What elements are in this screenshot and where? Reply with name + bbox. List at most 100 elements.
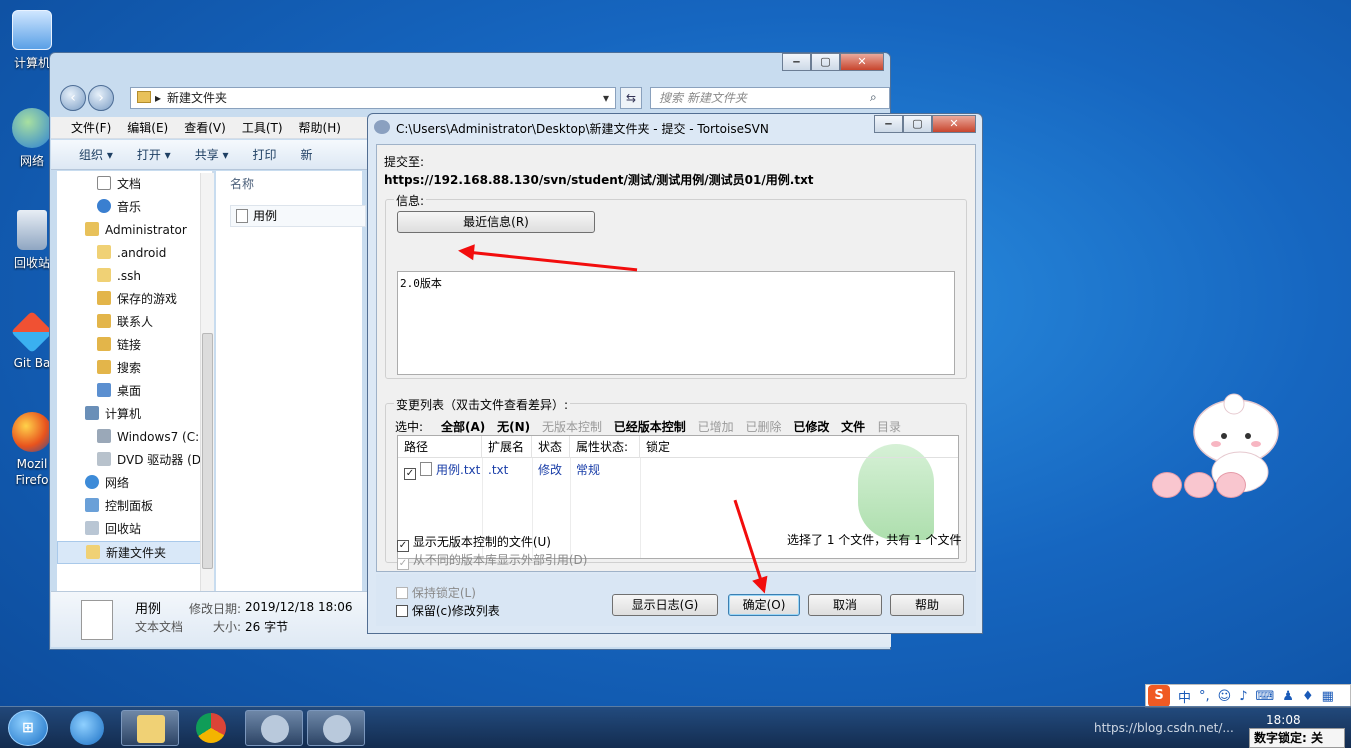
maximize-button[interactable]: ▢ [811, 53, 840, 71]
close-button[interactable]: ✕ [840, 53, 884, 71]
nav-item-new-folder[interactable]: 新建文件夹 [57, 541, 212, 564]
filter-all[interactable]: 全部(A) [441, 420, 485, 434]
column-header-name[interactable]: 名称 [230, 175, 254, 192]
nav-item-contacts[interactable]: 联系人 [57, 311, 212, 334]
emoji-icon[interactable]: ☺ [1218, 689, 1232, 704]
keep-locks-checkbox: 保持锁定(L) [396, 584, 476, 601]
row-extension: .txt [488, 463, 509, 477]
column-lock[interactable]: 锁定 [640, 436, 700, 458]
ok-button[interactable]: 确定(O) [728, 594, 800, 616]
firefox-icon [12, 412, 52, 452]
nav-item-dvd-drive[interactable]: DVD 驱动器 (D [57, 449, 212, 472]
nav-item-ssh[interactable]: .ssh [57, 265, 212, 288]
maximize-button[interactable]: ▢ [903, 115, 932, 133]
voice-icon[interactable]: ♪ [1239, 689, 1247, 704]
column-divider [640, 458, 641, 558]
share-button[interactable]: 共享 ▾ [183, 140, 241, 169]
minimize-button[interactable]: ‒ [782, 53, 811, 71]
cancel-button[interactable]: 取消 [808, 594, 882, 616]
nav-item-drive-c[interactable]: Windows7 (C: [57, 426, 212, 449]
taskbar-explorer[interactable] [121, 710, 179, 746]
nav-item-desktop[interactable]: 桌面 [57, 380, 212, 403]
keep-changelist-label: 保留(c)修改列表 [411, 604, 500, 618]
keyboard-icon[interactable]: ⌨ [1256, 689, 1275, 704]
filter-versioned[interactable]: 已经版本控制 [614, 420, 686, 434]
nav-scrollbar[interactable] [200, 173, 214, 591]
window-controls: ‒ ▢ ✕ [782, 53, 884, 73]
scrollbar-thumb[interactable] [202, 333, 213, 569]
drive-icon [97, 429, 111, 443]
menu-tools[interactable]: 工具(T) [234, 117, 291, 138]
nav-item-administrator[interactable]: Administrator [57, 219, 212, 242]
svn-commit-dialog: C:\Users\Administrator\Desktop\新建文件夹 - 提… [367, 113, 983, 634]
refresh-button[interactable]: ⇆ [620, 87, 642, 109]
menu-edit[interactable]: 编辑(E) [119, 117, 176, 138]
clock[interactable]: 18:08 [1266, 713, 1301, 727]
row-checkbox[interactable]: ✓ [404, 462, 416, 480]
nav-item-android[interactable]: .android [57, 242, 212, 265]
chrome-icon[interactable] [196, 713, 226, 743]
breadcrumb[interactable]: 新建文件夹 [167, 91, 227, 105]
nav-item-documents[interactable]: 文档 [57, 173, 212, 196]
show-log-button[interactable]: 显示日志(G) [612, 594, 718, 616]
grid-icon[interactable]: ▦ [1322, 689, 1334, 704]
nav-item-computer[interactable]: 计算机 [57, 403, 212, 426]
menu-file[interactable]: 文件(F) [63, 117, 119, 138]
nav-item-searches[interactable]: 搜索 [57, 357, 212, 380]
filter-deleted: 已删除 [745, 420, 782, 434]
keep-changelist-checkbox[interactable]: 保留(c)修改列表 [396, 602, 500, 619]
print-button[interactable]: 打印 [241, 140, 289, 169]
forward-button[interactable]: › [88, 85, 114, 111]
new-folder-button[interactable]: 新 [289, 140, 325, 169]
detail-size-value: 26 字节 [245, 620, 289, 634]
show-unversioned-checkbox[interactable]: ✓ 显示无版本控制的文件(U) [397, 533, 551, 552]
checkbox-unchecked-icon [396, 587, 408, 599]
ime-mode[interactable]: 中 [1178, 687, 1191, 706]
changes-label: 变更列表（双击文件查看差异）: [394, 396, 571, 413]
organize-button[interactable]: 组织 ▾ [67, 140, 125, 169]
address-bar[interactable]: ▸ 新建文件夹 ▾ [130, 87, 616, 109]
user-icon[interactable]: ♟ [1282, 689, 1294, 704]
open-button[interactable]: 打开 ▾ [125, 140, 183, 169]
tortoisesvn-icon [374, 120, 390, 134]
filter-directories: 目录 [877, 420, 902, 434]
start-button[interactable]: ⊞ [8, 710, 48, 746]
games-folder-icon [97, 291, 111, 305]
sogou-icon[interactable]: S [1148, 685, 1170, 707]
taskbar-tortoisesvn-2[interactable] [307, 710, 365, 746]
nav-item-recycle-bin[interactable]: 回收站 [57, 518, 212, 541]
document-icon [97, 176, 111, 190]
file-item[interactable]: 用例 [230, 205, 366, 227]
nav-item-saved-games[interactable]: 保存的游戏 [57, 288, 212, 311]
recent-messages-button[interactable]: 最近信息(R) [397, 211, 595, 233]
column-extension[interactable]: 扩展名 [482, 436, 532, 458]
filter-files[interactable]: 文件 [841, 420, 865, 434]
internet-explorer-icon[interactable] [70, 711, 104, 745]
menu-view[interactable]: 查看(V) [176, 117, 234, 138]
column-path[interactable]: 路径 [398, 436, 482, 458]
close-button[interactable]: ✕ [932, 115, 976, 133]
help-button[interactable]: 帮助 [890, 594, 964, 616]
column-property-status[interactable]: 属性状态: [570, 436, 640, 458]
nav-item-links[interactable]: 链接 [57, 334, 212, 357]
taskbar-tortoisesvn-1[interactable] [245, 710, 303, 746]
column-status[interactable]: 状态 [532, 436, 570, 458]
back-button[interactable]: ‹ [60, 85, 86, 111]
filter-modified[interactable]: 已修改 [793, 420, 829, 434]
dialog-footer: 保持锁定(L) 保留(c)修改列表 显示日志(G) 确定(O) 取消 帮助 [376, 574, 976, 626]
numlock-indicator: 数字锁定: 关 [1249, 728, 1345, 748]
nav-item-control-panel[interactable]: 控制面板 [57, 495, 212, 518]
minimize-button[interactable]: ‒ [874, 115, 903, 133]
menu-help[interactable]: 帮助(H) [291, 117, 349, 138]
nav-item-network[interactable]: 网络 [57, 472, 212, 495]
window-controls: ‒ ▢ ✕ [874, 115, 976, 135]
filter-none[interactable]: 无(N) [497, 420, 530, 434]
nav-item-music[interactable]: 音乐 [57, 196, 212, 219]
punctuation-icon[interactable]: °, [1199, 689, 1210, 704]
commit-url: https://192.168.88.130/svn/student/测试/测试… [384, 173, 814, 187]
skin-icon[interactable]: ♦ [1302, 689, 1314, 704]
music-icon [97, 199, 111, 213]
chevron-down-icon[interactable]: ▾ [603, 88, 609, 108]
search-input[interactable]: 搜索 新建文件夹 [650, 87, 890, 109]
message-input[interactable]: 2.0版本 [397, 271, 955, 375]
